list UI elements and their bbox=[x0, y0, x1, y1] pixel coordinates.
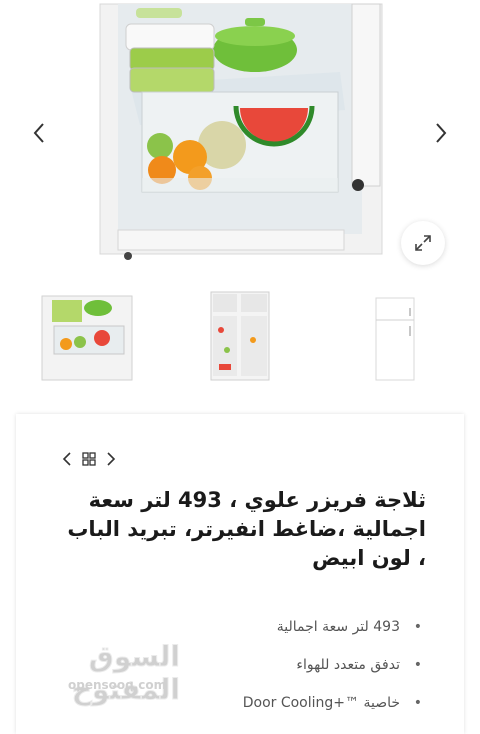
next-image-button[interactable] bbox=[426, 118, 456, 148]
bullet: • bbox=[413, 657, 422, 673]
previous-image-button[interactable] bbox=[24, 118, 54, 148]
chevron-left-icon bbox=[62, 452, 71, 466]
watermark-english: opensooq.com bbox=[68, 678, 167, 692]
expand-icon bbox=[415, 235, 431, 251]
thumbnail-crisper[interactable] bbox=[40, 290, 135, 382]
product-pager bbox=[62, 452, 116, 466]
chevron-right-icon bbox=[436, 123, 447, 143]
feature-text: خاصية ™+Door Cooling bbox=[242, 695, 400, 711]
bullet: • bbox=[413, 695, 422, 711]
thumbnail-closed-fridge[interactable] bbox=[370, 290, 420, 382]
chevron-left-icon bbox=[33, 123, 44, 143]
grid-icon bbox=[82, 452, 96, 466]
next-product-button[interactable] bbox=[106, 452, 116, 466]
previous-product-button[interactable] bbox=[62, 452, 72, 466]
feature-text: تدفق متعدد للهواء bbox=[296, 657, 400, 673]
product-image-gallery bbox=[0, 0, 480, 280]
feature-text: 493 لتر سعة اجمالية bbox=[276, 619, 400, 635]
grid-view-button[interactable] bbox=[82, 452, 96, 466]
thumbnail-open-fridge[interactable] bbox=[205, 290, 275, 382]
product-title: ثلاجة فريزر علوي ، 493 لتر سعة اجمالية ،… bbox=[67, 488, 426, 570]
chevron-right-icon bbox=[107, 452, 116, 466]
zoom-button[interactable] bbox=[401, 221, 445, 265]
thumbnail-strip bbox=[0, 290, 480, 390]
watermark-logo: السوق المفتوح opensooq.com bbox=[20, 640, 181, 707]
bullet: • bbox=[413, 619, 422, 635]
watermark-arabic: السوق المفتوح bbox=[71, 640, 180, 707]
